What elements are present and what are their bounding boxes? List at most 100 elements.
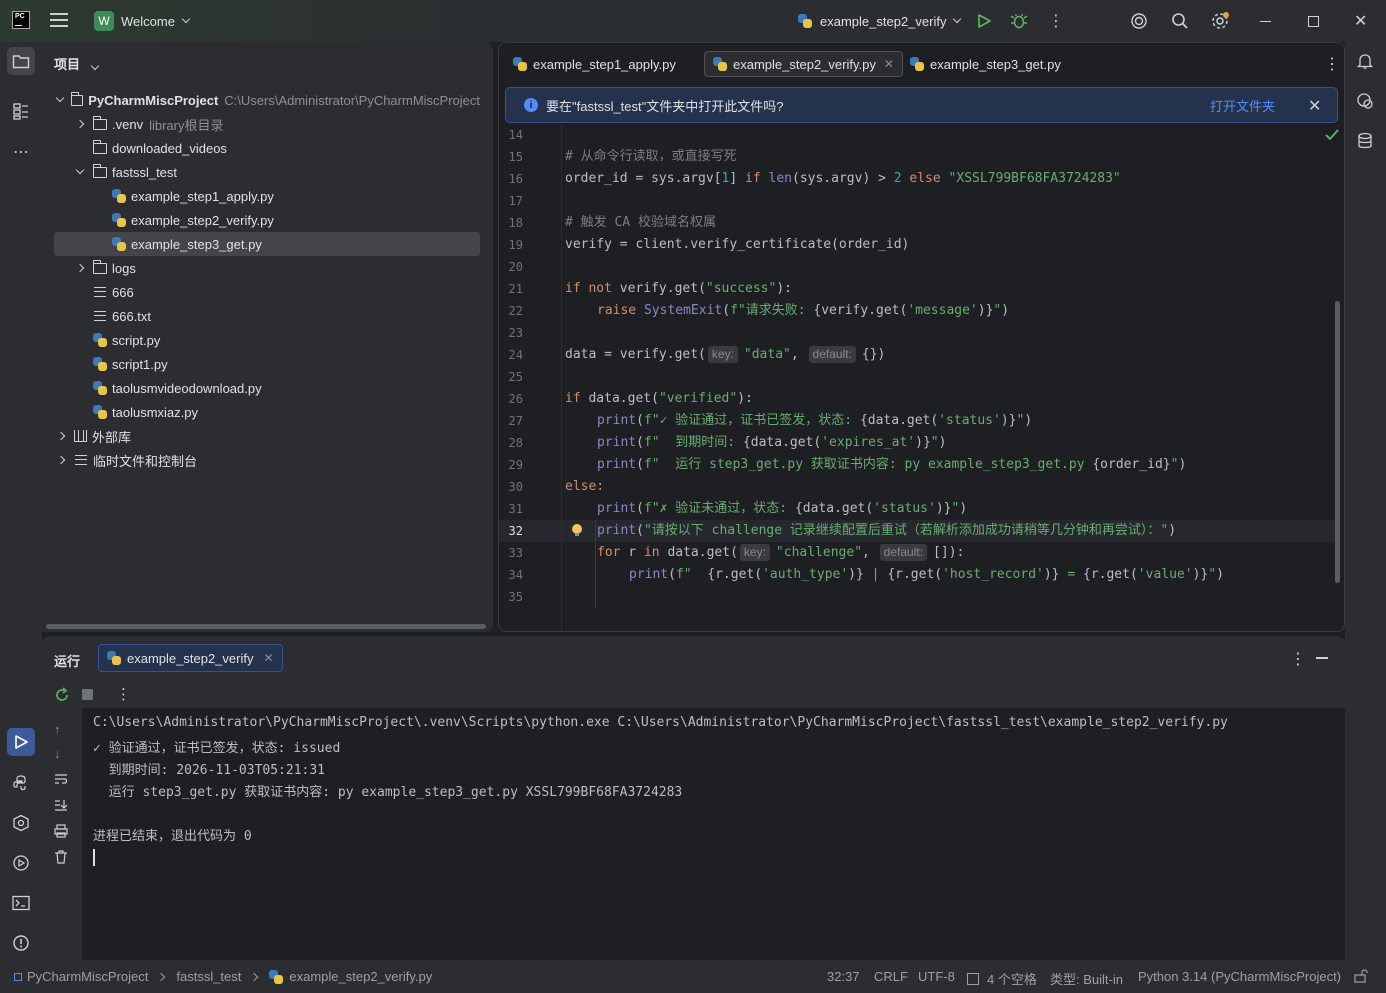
close-tab-icon[interactable]: ✕ [884, 57, 894, 71]
code-builtin: print [597, 413, 637, 428]
more-tools-icon[interactable]: ⋯ [7, 138, 35, 166]
tab-example-step3-get[interactable]: example_step3_get.py [902, 51, 1069, 77]
tab-example-step1-apply[interactable]: example_step1_apply.py [505, 51, 684, 77]
tree-item-scratches[interactable]: 临时文件和控制台 [54, 448, 480, 472]
scroll-to-end-icon[interactable] [54, 798, 68, 812]
no-problems-check-icon[interactable] [1325, 129, 1339, 141]
tree-item-fastssl-test[interactable]: fastssl_test [54, 160, 480, 184]
breadcrumb-item[interactable]: fastssl_test [176, 969, 241, 984]
more-run-actions-icon[interactable]: ⋮ [116, 685, 131, 703]
code-line[interactable]: data = verify.get(key: "data", default: {}… [565, 344, 885, 366]
database-icon[interactable] [1351, 127, 1379, 155]
file-type[interactable]: 类型: Built-in [1050, 969, 1123, 988]
expand-arrow-icon[interactable] [54, 431, 68, 441]
tree-item-taolusmvideodownload[interactable]: taolusmvideodownload.py [54, 376, 480, 400]
soft-wrap-icon[interactable] [54, 772, 68, 786]
console-output[interactable]: C:\Users\Administrator\PyCharmMiscProjec… [82, 708, 1345, 960]
code-line[interactable]: if data.get("verified"): [565, 388, 753, 410]
problems-button[interactable] [7, 929, 35, 957]
caret-position[interactable]: 32:37 [827, 969, 860, 984]
project-panel-title[interactable]: 项目 [54, 54, 99, 73]
tree-item-venv[interactable]: .venv library根目录 [54, 112, 480, 136]
tree-item-script1[interactable]: script1.py [54, 352, 480, 376]
close-run-tab-icon[interactable]: ✕ [263, 651, 273, 665]
scroll-down-icon[interactable]: ↓ [54, 746, 61, 761]
breadcrumb-item[interactable]: example_step2_verify.py [289, 969, 432, 984]
expand-arrow-icon[interactable] [73, 119, 87, 129]
code-line[interactable]: # 从命令行读取，或直接写死 [565, 146, 737, 168]
code-line[interactable]: order_id = sys.argv[1] if len(sys.argv) … [565, 168, 1121, 190]
stop-icon[interactable] [82, 689, 93, 700]
code-line[interactable]: raise SystemExit(f"请求失败: {verify.get('me… [597, 300, 1009, 322]
ai-assistant-icon[interactable] [1130, 0, 1148, 42]
code-line[interactable]: print(f" 到期时间: {data.get('expires_at')}"… [597, 432, 946, 454]
rerun-icon[interactable] [54, 687, 70, 703]
line-number: 25 [508, 370, 523, 384]
file-encoding[interactable]: UTF-8 [918, 969, 955, 984]
hide-panel-icon[interactable] [1316, 657, 1328, 659]
close-window-button[interactable]: ✕ [1354, 0, 1367, 42]
print-icon[interactable] [54, 824, 68, 838]
code-line[interactable]: if not verify.get("success"): [565, 278, 792, 300]
project-switcher[interactable]: W Welcome [94, 0, 191, 42]
horizontal-scrollbar[interactable] [46, 624, 486, 629]
tree-item-downloaded-videos[interactable]: downloaded_videos [54, 136, 480, 160]
terminal-button[interactable] [7, 889, 35, 917]
tree-item-taolusmxiaz[interactable]: taolusmxiaz.py [54, 400, 480, 424]
more-actions-icon[interactable]: ⋮ [1048, 0, 1064, 42]
search-icon[interactable] [1171, 0, 1189, 42]
expand-arrow-icon[interactable] [54, 455, 68, 465]
services-button[interactable] [7, 809, 35, 837]
maximize-button[interactable] [1308, 0, 1319, 42]
minimize-button[interactable] [1260, 0, 1271, 42]
close-banner-icon[interactable]: ✕ [1308, 96, 1321, 116]
expand-arrow-icon[interactable] [73, 165, 87, 175]
main-menu-icon[interactable] [50, 13, 68, 27]
expand-arrow-icon[interactable] [73, 263, 87, 273]
scroll-up-icon[interactable]: ↑ [54, 722, 61, 737]
tree-item-666-txt[interactable]: 666.txt [54, 304, 480, 328]
code-line-current[interactable]: print("请按以下 challenge 记录继续配置后重试（若解析添加成功请… [597, 520, 1176, 542]
tree-item-step2[interactable]: example_step2_verify.py [54, 208, 480, 232]
python-packages-button[interactable] [7, 769, 35, 797]
structure-tool-button[interactable] [7, 97, 35, 125]
code-line[interactable]: # 触发 CA 校验域名权属 [565, 212, 716, 234]
notifications-bell-icon[interactable] [1351, 47, 1379, 75]
project-tool-button[interactable] [7, 47, 35, 75]
vertical-scrollbar[interactable] [1335, 301, 1340, 583]
lock-icon[interactable] [1354, 969, 1368, 983]
run-config-selector[interactable]: example_step2_verify [798, 0, 962, 42]
expand-arrow-icon[interactable] [54, 93, 65, 103]
settings-gear-icon[interactable] [1210, 0, 1230, 42]
code-line[interactable]: print(f"✓ 验证通过，证书已签发，状态: {data.get('stat… [597, 410, 1032, 432]
code-line[interactable]: for r in data.get(key: "challenge", defau… [597, 542, 964, 564]
lightbulb-icon[interactable] [572, 524, 582, 537]
indent-setting[interactable]: 4 个空格 [967, 969, 1037, 988]
code-line[interactable]: else: [565, 476, 604, 498]
python-console-button[interactable] [7, 849, 35, 877]
ai-chat-icon[interactable] [1351, 87, 1379, 115]
tab-options-icon[interactable]: ⋮ [1316, 51, 1344, 77]
run-tab-example-step2-verify[interactable]: example_step2_verify ✕ [98, 644, 283, 672]
debug-button[interactable] [1010, 0, 1028, 42]
tree-item-external-libraries[interactable]: 外部库 [54, 424, 480, 448]
tree-item-logs[interactable]: logs [54, 256, 480, 280]
open-folder-link[interactable]: 打开文件夹 [1210, 96, 1275, 115]
breadcrumb-item[interactable]: PyCharmMiscProject [27, 969, 148, 984]
code-line[interactable]: print(f" 运行 step3_get.py 获取证书内容: py exam… [597, 454, 1186, 476]
tree-item-step3[interactable]: example_step3_get.py [54, 232, 480, 256]
python-interpreter[interactable]: Python 3.14 (PyCharmMiscProject) [1138, 969, 1341, 984]
code-line[interactable]: print(f" {r.get('auth_type')} | {r.get('… [629, 564, 1224, 586]
code-line[interactable]: verify = client.verify_certificate(order… [565, 234, 909, 256]
tree-item-root[interactable]: PyCharmMiscProject C:\Users\Administrato… [54, 88, 480, 112]
tree-item-step1[interactable]: example_step1_apply.py [54, 184, 480, 208]
run-tool-button[interactable] [7, 728, 35, 756]
trash-icon[interactable] [54, 850, 68, 864]
tab-example-step2-verify[interactable]: example_step2_verify.py ✕ [704, 51, 903, 77]
line-separator[interactable]: CRLF [874, 969, 908, 984]
tree-item-script[interactable]: script.py [54, 328, 480, 352]
run-button[interactable] [976, 0, 992, 42]
code-line[interactable]: print(f"✗ 验证未通过，状态: {data.get('status')}… [597, 498, 967, 520]
run-options-icon[interactable]: ⋮ [1290, 649, 1306, 669]
tree-item-666[interactable]: 666 [54, 280, 480, 304]
